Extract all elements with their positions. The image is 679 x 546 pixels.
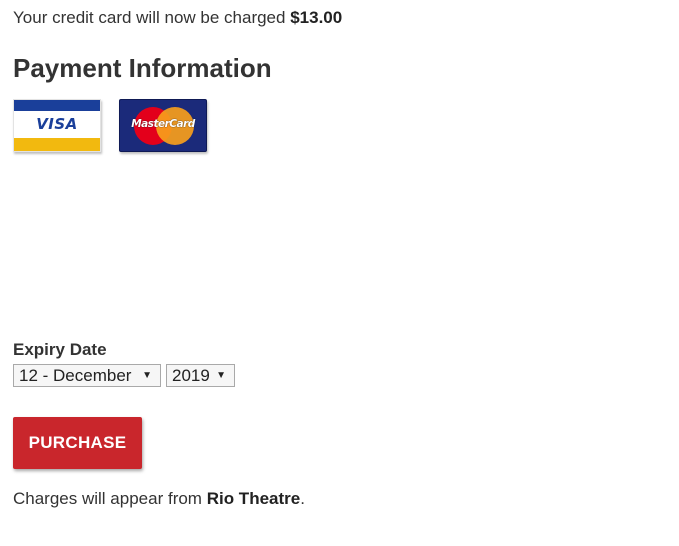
- chevron-down-icon: ▼: [216, 370, 226, 381]
- charges-notice: Charges will appear from Rio Theatre.: [13, 489, 305, 509]
- mastercard-card-logo: MasterCard: [119, 99, 207, 152]
- accepted-cards: VISA MasterCard: [13, 99, 207, 152]
- page-title: Payment Information: [13, 53, 272, 83]
- expiry-year-value: 2019: [172, 366, 210, 385]
- charge-amount: $13.00: [290, 8, 343, 27]
- charges-notice-end: .: [300, 489, 305, 508]
- chevron-down-icon: ▼: [142, 370, 152, 381]
- expiry-date-label: Expiry Date: [13, 340, 107, 359]
- purchase-button[interactable]: PURCHASE: [13, 417, 142, 469]
- charge-notice-text: Your credit card will now be charged: [13, 8, 291, 27]
- visa-logo-text: VISA: [36, 115, 78, 133]
- expiry-year-select[interactable]: 2019 ▼: [166, 364, 235, 387]
- expiry-month-value: 12 - December: [19, 366, 132, 385]
- mastercard-logo-text: MasterCard: [131, 118, 195, 130]
- visa-blue-band: [14, 100, 100, 111]
- charges-notice-text: Charges will appear from: [13, 489, 207, 508]
- charge-notice: Your credit card will now be charged $13…: [13, 8, 342, 28]
- visa-card-logo: VISA: [13, 99, 101, 152]
- expiry-month-select[interactable]: 12 - December ▼: [13, 364, 161, 387]
- merchant-name: Rio Theatre: [206, 489, 301, 508]
- visa-gold-band: [14, 138, 100, 151]
